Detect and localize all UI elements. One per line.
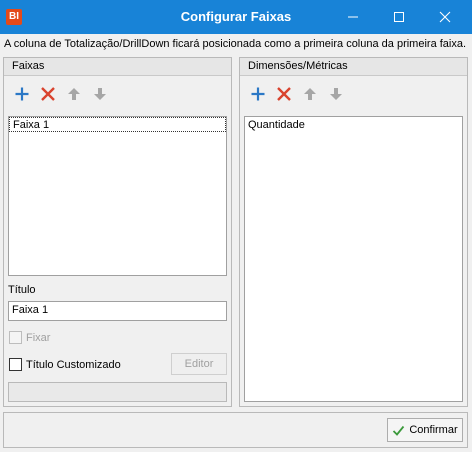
remove-icon — [41, 87, 55, 101]
titulo-field[interactable]: Faixa 1 — [8, 301, 227, 321]
editor-button[interactable]: Editor — [171, 353, 227, 375]
dimensoes-panel-header: Dimensões/Métricas — [240, 58, 467, 76]
faixas-panel: Faixas Faixa 1 Título Faixa 1 Fixar Títu… — [3, 57, 232, 407]
dialog-footer: Confirmar — [3, 412, 468, 448]
custom-title-preview — [8, 382, 227, 402]
fixar-checkbox[interactable] — [9, 331, 22, 344]
titulo-label: Título — [8, 284, 36, 296]
remove-icon — [277, 87, 291, 101]
titulo-customizado-label: Título Customizado — [26, 358, 121, 371]
info-message: A coluna de Totalização/DrillDown ficará… — [4, 38, 467, 50]
add-faixa-button[interactable] — [12, 84, 32, 104]
dialog-body: A coluna de Totalização/DrillDown ficará… — [0, 34, 472, 452]
minimize-icon — [348, 16, 358, 18]
close-button[interactable] — [422, 0, 468, 34]
confirm-button[interactable]: Confirmar — [387, 418, 463, 442]
check-icon — [393, 425, 405, 436]
dimensoes-toolbar — [248, 84, 346, 104]
fixar-checkbox-row[interactable]: Fixar — [9, 331, 50, 344]
add-dimensao-button[interactable] — [248, 84, 268, 104]
move-down-icon — [330, 88, 342, 100]
fixar-label: Fixar — [26, 331, 51, 344]
move-up-icon — [304, 88, 316, 100]
maximize-icon — [394, 12, 404, 22]
list-item[interactable]: Quantidade — [245, 117, 462, 132]
add-icon — [251, 87, 265, 101]
dimensoes-list[interactable]: Quantidade — [244, 116, 463, 402]
titulo-customizado-checkbox[interactable] — [9, 358, 22, 371]
add-icon — [15, 87, 29, 101]
confirm-label: Confirmar — [409, 424, 458, 436]
minimize-button[interactable] — [330, 0, 376, 34]
remove-faixa-button[interactable] — [38, 84, 58, 104]
move-down-dimensao-button[interactable] — [326, 84, 346, 104]
move-down-icon — [94, 88, 106, 100]
faixas-toolbar — [12, 84, 110, 104]
list-item[interactable]: Faixa 1 — [9, 117, 226, 132]
close-icon — [439, 11, 451, 23]
title-bar[interactable]: BI Configurar Faixas — [0, 0, 472, 34]
dimensoes-panel: Dimensões/Métricas Quantidade — [239, 57, 468, 407]
maximize-button[interactable] — [376, 0, 422, 34]
faixas-panel-header: Faixas — [4, 58, 231, 76]
move-up-dimensao-button[interactable] — [300, 84, 320, 104]
move-up-icon — [68, 88, 80, 100]
move-down-faixa-button[interactable] — [90, 84, 110, 104]
faixas-list[interactable]: Faixa 1 — [8, 116, 227, 276]
titulo-customizado-checkbox-row[interactable]: Título Customizado — [9, 358, 121, 371]
remove-dimensao-button[interactable] — [274, 84, 294, 104]
move-up-faixa-button[interactable] — [64, 84, 84, 104]
